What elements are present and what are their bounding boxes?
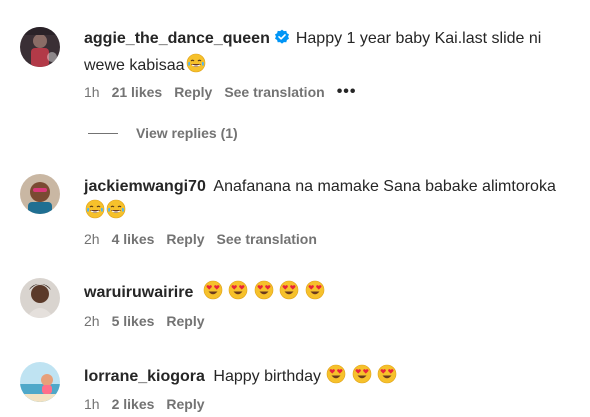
view-replies-button[interactable]: View replies (1) xyxy=(88,125,238,141)
comment-username[interactable]: aggie_the_dance_queen xyxy=(84,30,270,47)
heart-eyes-icon xyxy=(228,280,248,308)
see-translation-button[interactable]: See translation xyxy=(224,84,324,100)
see-translation-button[interactable]: See translation xyxy=(217,231,317,247)
avatar[interactable] xyxy=(20,278,60,318)
heart-eyes-icon xyxy=(279,280,299,308)
tears-of-joy-icon xyxy=(106,199,126,227)
more-options-icon[interactable]: ••• xyxy=(337,83,357,101)
tears-of-joy-icon xyxy=(186,53,206,81)
tears-of-joy-icon xyxy=(85,199,105,227)
avatar[interactable] xyxy=(20,27,60,67)
like-count[interactable]: 5 likes xyxy=(112,313,155,329)
view-replies-label: View replies (1) xyxy=(136,125,238,141)
heart-eyes-icon xyxy=(377,364,397,392)
heart-eyes-icon xyxy=(326,364,346,392)
divider xyxy=(88,132,118,134)
reply-button[interactable]: Reply xyxy=(166,231,204,247)
heart-eyes-icon xyxy=(305,280,325,308)
comment-time[interactable]: 1h xyxy=(84,396,100,412)
comment-time[interactable]: 1h xyxy=(84,84,100,100)
comment-time[interactable]: 2h xyxy=(84,231,100,247)
comment-text: Anafanana na mamake Sana babake alimtoro… xyxy=(213,178,556,195)
comment-username[interactable]: jackiemwangi70 xyxy=(84,178,206,195)
comment-time[interactable]: 2h xyxy=(84,313,100,329)
avatar[interactable] xyxy=(20,362,60,402)
like-count[interactable]: 4 likes xyxy=(112,231,155,247)
comment-text: Happy birthday xyxy=(213,368,322,385)
like-count[interactable]: 21 likes xyxy=(112,84,163,100)
heart-eyes-icon xyxy=(254,280,274,308)
comment-username[interactable]: lorrane_kiogora xyxy=(84,368,205,385)
heart-eyes-icon xyxy=(352,364,372,392)
like-count[interactable]: 2 likes xyxy=(112,396,155,412)
reply-button[interactable]: Reply xyxy=(174,84,212,100)
verified-badge-icon xyxy=(274,29,290,53)
reply-button[interactable]: Reply xyxy=(166,396,204,412)
avatar[interactable] xyxy=(20,174,60,214)
heart-eyes-icon xyxy=(203,280,223,308)
reply-button[interactable]: Reply xyxy=(166,313,204,329)
comment-username[interactable]: waruiruwairire xyxy=(84,284,193,301)
